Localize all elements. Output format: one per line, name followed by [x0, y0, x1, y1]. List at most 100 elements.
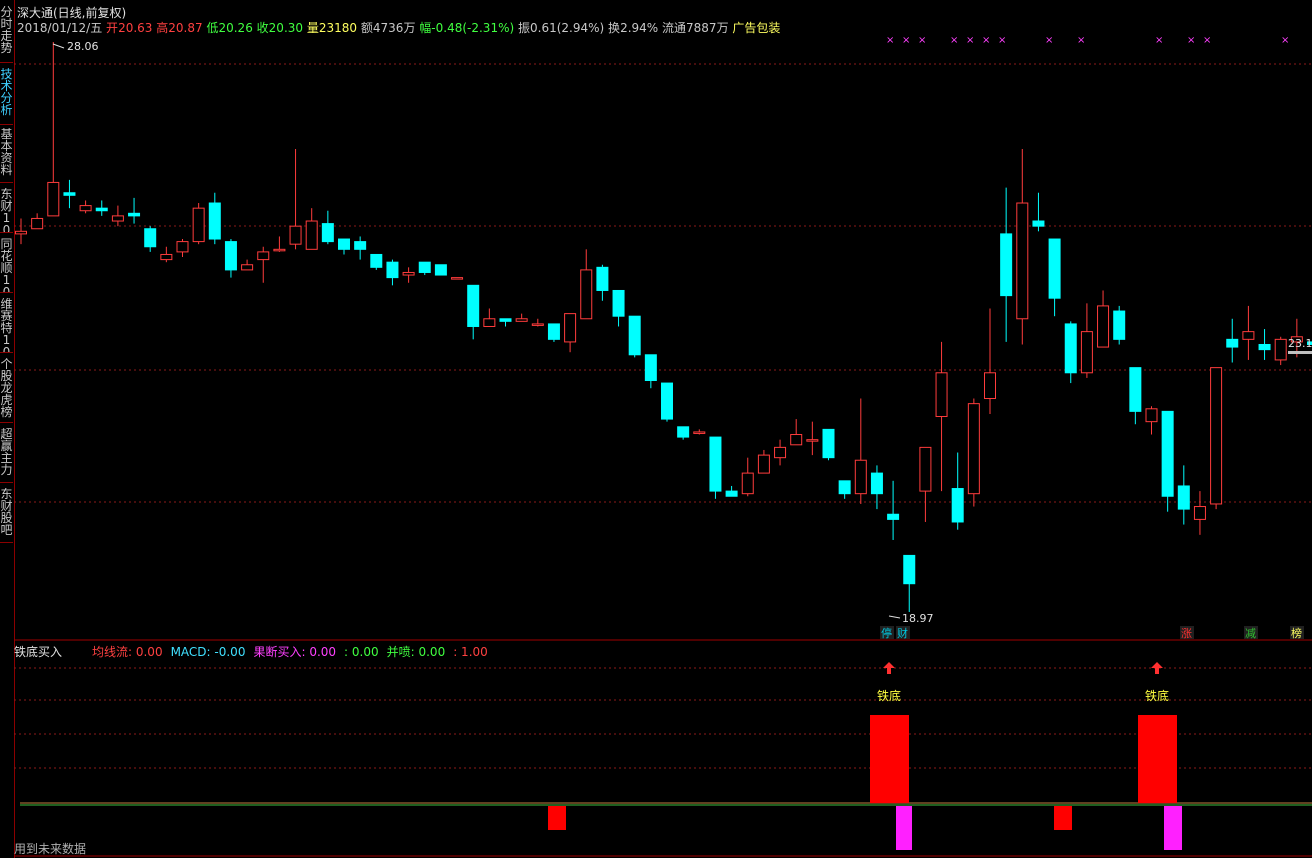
candle-body — [451, 277, 464, 280]
candle-body — [1113, 310, 1126, 340]
candle-body — [224, 241, 237, 271]
candle-body — [1242, 331, 1255, 340]
open-label: 开 — [106, 21, 119, 35]
chart-area: 28.06 18.97 23.1 × × × × × × × × × × × × × 停财 涨 减 榜铁底 铁底 — [14, 35, 1312, 857]
amplitude-value: 0.61(2.94%) — [530, 21, 605, 35]
candle-body — [709, 436, 722, 492]
signal-x-marker: × — [1077, 35, 1085, 46]
candle-body — [564, 313, 577, 343]
neg-red-bar-0 — [548, 806, 566, 830]
signal-x-marker: × — [982, 35, 990, 46]
signal-x-marker: × — [902, 35, 910, 46]
candle-body — [1080, 331, 1093, 374]
candle-body — [887, 513, 900, 520]
signal-bar-1 — [1138, 715, 1177, 803]
candle-body — [208, 202, 221, 240]
volume-value: 23180 — [318, 21, 358, 35]
candle-body — [354, 241, 367, 250]
candle-body — [1145, 408, 1158, 423]
close-value: 20.30 — [268, 21, 304, 35]
candle-body — [984, 372, 996, 400]
quote-bar: 2018/01/12/五 开20.63 高20.87 低20.26 收20.30… — [17, 19, 780, 36]
high-marker: 28.06 — [67, 40, 99, 53]
signal-x-marker: × — [966, 35, 974, 46]
bottom-tag-2: 涨 — [1181, 627, 1192, 640]
candle-body — [919, 446, 932, 492]
candle-body — [661, 382, 673, 420]
high-label: 高 — [156, 21, 169, 35]
candle-body — [1097, 305, 1110, 348]
amplitude-label: 振 — [518, 21, 531, 35]
candle-body — [1129, 367, 1142, 412]
right-price: 23.1 — [1288, 337, 1312, 350]
candle-body — [1161, 410, 1174, 497]
bottom-tag-4: 榜 — [1291, 626, 1302, 640]
candle-body — [644, 354, 657, 382]
ad-link[interactable]: 广告包装 — [732, 21, 780, 35]
footer-note: 用到未来数据 — [14, 842, 87, 856]
signal-label-0: 铁底 — [877, 688, 901, 703]
signal-x-marker: × — [1155, 35, 1163, 46]
candle-body — [854, 459, 867, 495]
bottom-tag-3: 减 — [1245, 627, 1256, 640]
candle-body — [79, 205, 92, 212]
candle-body — [47, 181, 60, 217]
candle-body — [515, 318, 528, 322]
right-price-line — [1288, 351, 1312, 354]
high-marker-arrow — [52, 43, 65, 49]
indicator-name[interactable]: 铁底买入 — [14, 643, 62, 660]
candle-body — [1032, 220, 1045, 227]
candle-body — [806, 439, 819, 442]
candle-body — [1016, 202, 1029, 320]
candle-body — [95, 207, 108, 212]
candle-body — [790, 434, 803, 446]
candle-body — [128, 212, 141, 217]
signal-x-marker: × — [950, 35, 958, 46]
candle-body — [434, 264, 447, 276]
candle-body — [822, 428, 835, 459]
float-value: 7887万 — [686, 21, 729, 35]
candle-body — [386, 261, 399, 279]
neg-magenta-bar-1 — [1164, 806, 1182, 850]
candle-body — [144, 228, 157, 248]
candle-body — [15, 230, 27, 235]
candle-body — [677, 426, 690, 438]
candle-body — [305, 220, 318, 250]
signal-x-marker: × — [1281, 35, 1289, 46]
signal-x-marker: × — [1045, 35, 1053, 46]
candle-body — [338, 238, 350, 250]
candle-body — [499, 318, 512, 322]
candle-body — [1274, 338, 1287, 361]
neg-red-bar-1 — [1054, 806, 1072, 830]
open-value: 20.63 — [118, 21, 153, 35]
amount-label: 额 — [360, 21, 373, 35]
candle-body — [1177, 485, 1190, 510]
neg-magenta-bar-0 — [896, 806, 912, 850]
low-marker-arrow — [888, 615, 901, 619]
candle-body — [1064, 323, 1077, 374]
indicator-value-2: 果断买入: 0.00 — [253, 645, 337, 659]
low-label: 低 — [206, 21, 219, 35]
candle-body — [531, 323, 544, 326]
close-label: 收 — [256, 21, 269, 35]
candle-body — [63, 192, 76, 196]
candle-body — [160, 253, 173, 261]
candle-body — [870, 472, 883, 495]
high-value: 20.87 — [168, 21, 203, 35]
candle-body — [774, 446, 787, 459]
candle-body — [693, 431, 706, 434]
indicator-value-3: : 0.00 — [344, 645, 379, 659]
indicator-value-0: 均线流: 0.00 — [92, 645, 163, 659]
indicator-value-4: 并喷: 0.00 — [386, 645, 446, 659]
candle-body — [741, 472, 754, 495]
candle-body — [1226, 338, 1239, 348]
turnover-value: 2.94% — [620, 21, 659, 35]
change-label: 幅 — [419, 21, 432, 35]
amount-value: 4736万 — [372, 21, 416, 35]
candle-body — [176, 241, 189, 253]
candle-body — [628, 315, 641, 356]
bottom-tag-0: 停 — [881, 626, 892, 640]
candle-body — [241, 264, 254, 271]
candle-body — [1000, 233, 1013, 297]
candle-body — [967, 403, 980, 495]
